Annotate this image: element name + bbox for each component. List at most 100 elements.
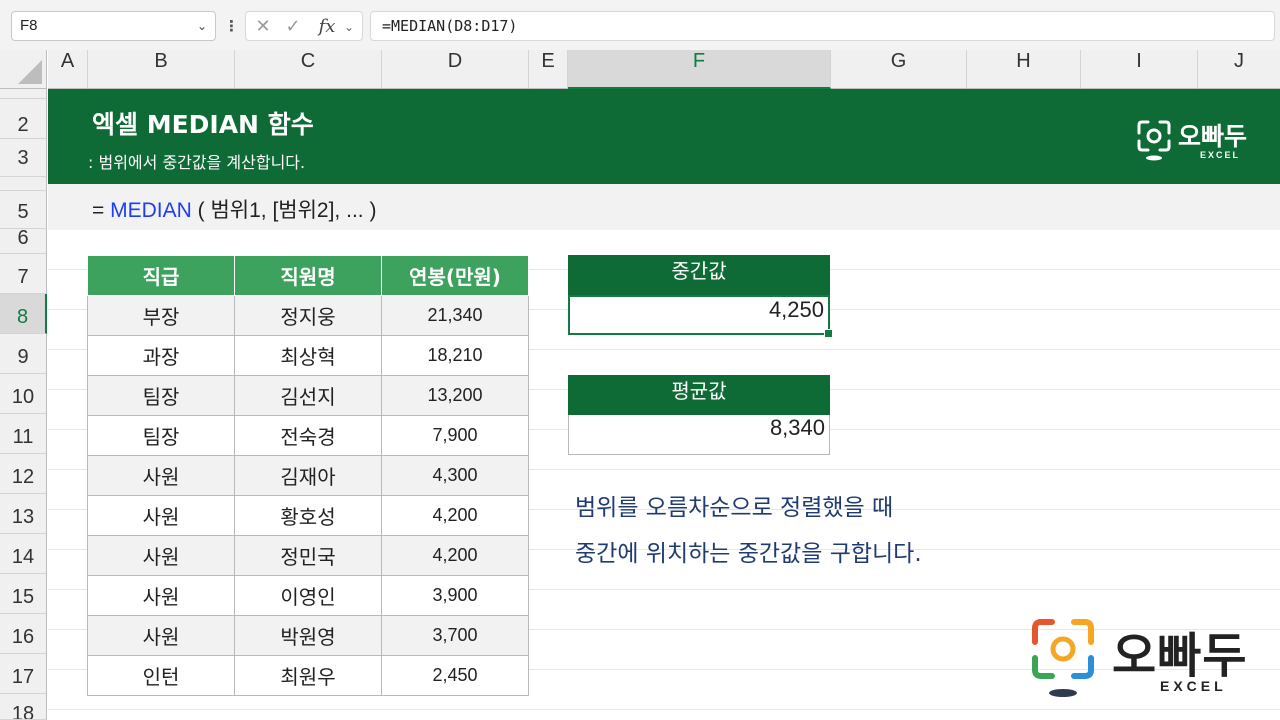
header-rank[interactable]: 직급 bbox=[87, 255, 235, 296]
row-header-8[interactable]: 8 bbox=[0, 294, 47, 334]
row-header-4[interactable] bbox=[0, 177, 47, 191]
syntax-prefix: = bbox=[92, 199, 111, 222]
cell-rank[interactable]: 사원 bbox=[87, 455, 235, 496]
cell-salary[interactable]: 2,450 bbox=[381, 655, 529, 696]
cell-name[interactable]: 정민국 bbox=[234, 535, 382, 576]
cell-rank[interactable]: 부장 bbox=[87, 295, 235, 336]
cell-name[interactable]: 황호성 bbox=[234, 495, 382, 536]
cell-salary[interactable]: 13,200 bbox=[381, 375, 529, 416]
table-row: 사원 정민국 4,200 bbox=[87, 535, 529, 576]
chevron-down-icon[interactable]: ⌄ bbox=[342, 15, 356, 39]
cell-name[interactable]: 전숙경 bbox=[234, 415, 382, 456]
cell-rank[interactable]: 팀장 bbox=[87, 375, 235, 416]
row-header-18[interactable]: 18 bbox=[0, 694, 47, 720]
cell-name[interactable]: 박원영 bbox=[234, 615, 382, 656]
select-all-button[interactable] bbox=[0, 50, 47, 89]
row-header-17[interactable]: 17 bbox=[0, 654, 47, 694]
cell-name[interactable]: 김재아 bbox=[234, 455, 382, 496]
cell-name[interactable]: 김선지 bbox=[234, 375, 382, 416]
cell-salary[interactable]: 4,200 bbox=[381, 495, 529, 536]
column-header-f[interactable]: F bbox=[568, 50, 831, 89]
logo-camera-icon bbox=[1137, 120, 1171, 161]
enter-check-icon[interactable]: ✓ bbox=[282, 15, 304, 39]
column-header-h[interactable]: H bbox=[967, 50, 1081, 89]
cell-salary[interactable]: 4,200 bbox=[381, 535, 529, 576]
logo-name: 오빠두 bbox=[1178, 122, 1248, 151]
cell-rank[interactable]: 인턴 bbox=[87, 655, 235, 696]
note-line-1: 범위를 오름차순으로 정렬했을 때 bbox=[575, 495, 894, 521]
syntax-arguments: ( 범위1, [범위2], ... ) bbox=[191, 199, 377, 222]
row-header-9[interactable]: 9 bbox=[0, 334, 47, 374]
row-header-11[interactable]: 11 bbox=[0, 414, 47, 454]
average-result-box: 평균값 8,340 bbox=[568, 375, 830, 455]
name-box-value: F8 bbox=[20, 17, 38, 34]
title-banner: 엑셀 MEDIAN 함수 : 범위에서 중간값을 계산합니다. 오빠두 EXCE… bbox=[48, 89, 1280, 184]
cell-salary[interactable]: 18,210 bbox=[381, 335, 529, 376]
cell-rank[interactable]: 팀장 bbox=[87, 415, 235, 456]
column-header-g[interactable]: G bbox=[831, 50, 967, 89]
more-options-icon[interactable]: ⋮ bbox=[224, 14, 239, 38]
table-row: 팀장 김선지 13,200 bbox=[87, 375, 529, 416]
header-salary[interactable]: 연봉(만원) bbox=[381, 255, 529, 296]
cell-rank[interactable]: 사원 bbox=[87, 615, 235, 656]
column-header-i[interactable]: I bbox=[1081, 50, 1198, 89]
cell-name[interactable]: 최상혁 bbox=[234, 335, 382, 376]
cell-rank[interactable]: 사원 bbox=[87, 495, 235, 536]
note-line-2: 중간에 위치하는 중간값을 구합니다. bbox=[575, 541, 922, 567]
employee-salary-table: 직급 직원명 연봉(만원) 부장 정지웅 21,340 과장 최상혁 18,21… bbox=[87, 255, 529, 696]
table-header-row: 직급 직원명 연봉(만원) bbox=[87, 255, 529, 296]
table-row: 과장 최상혁 18,210 bbox=[87, 335, 529, 376]
table-row: 사원 황호성 4,200 bbox=[87, 495, 529, 536]
column-header-j[interactable]: J bbox=[1198, 50, 1280, 89]
row-header-14[interactable]: 14 bbox=[0, 534, 47, 574]
average-label[interactable]: 평균값 bbox=[568, 375, 830, 415]
cancel-icon[interactable]: ✕ bbox=[252, 15, 274, 39]
column-header-a[interactable]: A bbox=[48, 50, 88, 89]
header-employee-name[interactable]: 직원명 bbox=[234, 255, 382, 296]
insert-function-icon[interactable]: fx bbox=[314, 15, 340, 39]
cell-name[interactable]: 이영인 bbox=[234, 575, 382, 616]
column-header-d[interactable]: D bbox=[382, 50, 529, 89]
median-result-box: 중간값 4,250 bbox=[568, 255, 833, 338]
table-row: 사원 박원영 3,700 bbox=[87, 615, 529, 656]
cell-rank[interactable]: 사원 bbox=[87, 535, 235, 576]
brand-logo-small: 오빠두 EXCEL bbox=[1136, 117, 1266, 165]
table-row: 인턴 최원우 2,450 bbox=[87, 655, 529, 696]
row-header-2[interactable]: 2 bbox=[0, 99, 47, 139]
column-header-c[interactable]: C bbox=[235, 50, 382, 89]
cell-salary[interactable]: 4,300 bbox=[381, 455, 529, 496]
row-header-15[interactable]: 15 bbox=[0, 574, 47, 614]
average-value-cell[interactable]: 8,340 bbox=[568, 415, 830, 455]
row-header-13[interactable]: 13 bbox=[0, 494, 47, 534]
page-title: 엑셀 MEDIAN 함수 bbox=[92, 110, 314, 139]
row-header-3[interactable]: 3 bbox=[0, 139, 47, 177]
cell-salary[interactable]: 3,900 bbox=[381, 575, 529, 616]
cell-salary[interactable]: 7,900 bbox=[381, 415, 529, 456]
column-header-b[interactable]: B bbox=[88, 50, 235, 89]
cell-name[interactable]: 정지웅 bbox=[234, 295, 382, 336]
column-header-e[interactable]: E bbox=[529, 50, 568, 89]
median-value-cell[interactable]: 4,250 bbox=[568, 295, 833, 338]
row-header-12[interactable]: 12 bbox=[0, 454, 47, 494]
formula-controls: ✕ ✓ fx ⌄ bbox=[245, 11, 363, 41]
chevron-down-icon[interactable]: ⌄ bbox=[193, 16, 211, 36]
row-header-16[interactable]: 16 bbox=[0, 614, 47, 654]
name-box[interactable]: F8 ⌄ bbox=[11, 11, 216, 41]
cell-salary[interactable]: 3,700 bbox=[381, 615, 529, 656]
row-header-5[interactable]: 5 bbox=[0, 191, 47, 229]
cell-rank[interactable]: 사원 bbox=[87, 575, 235, 616]
logo-name: 오빠두 bbox=[1112, 628, 1248, 684]
logo-camera-icon bbox=[1032, 619, 1094, 697]
row-header-1[interactable] bbox=[0, 89, 47, 99]
row-header-7[interactable]: 7 bbox=[0, 254, 47, 294]
row-header-10[interactable]: 10 bbox=[0, 374, 47, 414]
row-header-6[interactable]: 6 bbox=[0, 229, 47, 254]
table-row: 부장 정지웅 21,340 bbox=[87, 295, 529, 336]
formula-text: =MEDIAN(D8:D17) bbox=[382, 17, 518, 35]
formula-input[interactable]: =MEDIAN(D8:D17) bbox=[370, 11, 1275, 41]
cell-rank[interactable]: 과장 bbox=[87, 335, 235, 376]
cell-salary[interactable]: 21,340 bbox=[381, 295, 529, 336]
median-label[interactable]: 중간값 bbox=[568, 255, 830, 295]
logo-subtitle: EXCEL bbox=[1200, 150, 1241, 160]
cell-name[interactable]: 최원우 bbox=[234, 655, 382, 696]
